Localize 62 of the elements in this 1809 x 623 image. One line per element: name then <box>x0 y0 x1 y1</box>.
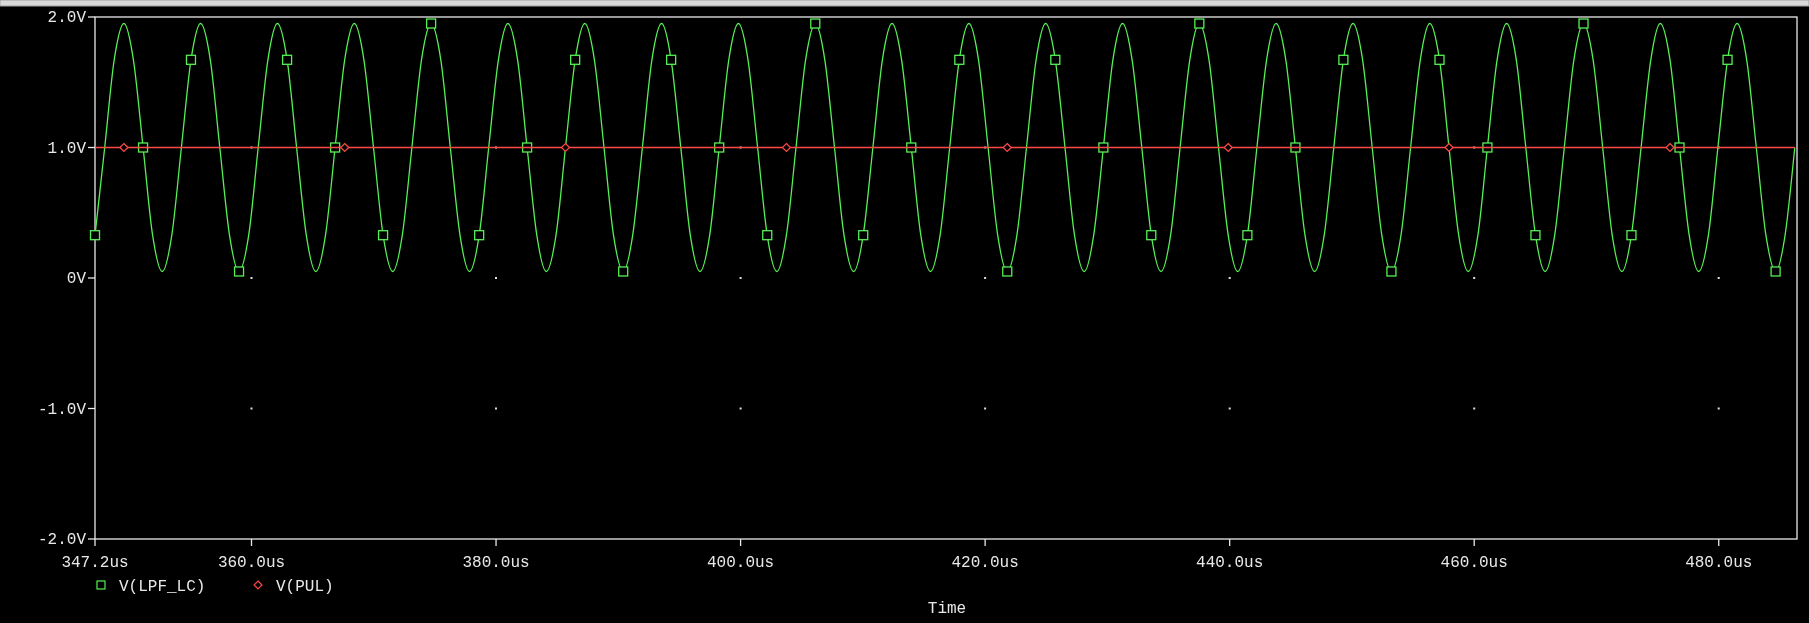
square-marker-icon <box>96 580 106 590</box>
square-marker <box>330 142 341 153</box>
x-tick-label: 480.0us <box>1685 554 1753 572</box>
square-marker <box>1482 142 1493 153</box>
square-marker <box>425 18 437 29</box>
square-marker <box>1530 230 1541 241</box>
diamond-marker <box>1002 142 1013 153</box>
square-marker <box>858 230 869 241</box>
square-marker <box>1290 142 1301 153</box>
diamond-marker-icon <box>253 580 263 590</box>
x-tick-label: 440.0us <box>1196 554 1264 572</box>
diamond-marker <box>1665 142 1675 153</box>
square-marker <box>1242 230 1253 241</box>
square-marker <box>281 54 293 65</box>
square-marker <box>1386 266 1397 277</box>
legend-label: V(PUL) <box>276 578 334 596</box>
square-marker <box>1146 230 1157 241</box>
square-marker <box>570 54 581 65</box>
square-marker <box>185 54 197 65</box>
square-marker <box>1098 142 1109 153</box>
y-tick-label: -1.0V <box>38 400 86 419</box>
y-tick-label: -2.0V <box>38 531 86 549</box>
diamond-marker <box>1444 142 1454 153</box>
x-tick-label: 400.0us <box>707 554 775 572</box>
y-tick-label: 2.0V <box>47 9 86 27</box>
square-marker <box>137 142 149 153</box>
square-marker <box>1578 18 1589 29</box>
square-marker <box>810 18 821 29</box>
square-marker <box>521 142 533 153</box>
square-marker <box>666 54 677 65</box>
diamond-marker <box>119 142 129 153</box>
legend-label: V(LPF_LC) <box>119 578 206 596</box>
y-tick-label: 1.0V <box>47 139 86 158</box>
x-axis-label: Time <box>927 600 967 618</box>
diamond-marker <box>560 142 571 153</box>
square-marker <box>618 266 629 277</box>
y-tick-label: 0V <box>66 270 86 288</box>
square-marker <box>1434 54 1445 65</box>
square-marker <box>906 142 917 153</box>
square-marker <box>1674 142 1685 153</box>
x-tick-label: 420.0us <box>951 554 1019 572</box>
x-tick-label: 460.0us <box>1440 554 1508 572</box>
x-tick-label: 347.2us <box>61 554 129 572</box>
square-marker <box>1722 54 1733 65</box>
square-marker <box>474 230 485 241</box>
square-marker <box>1626 230 1637 241</box>
square-marker <box>1770 266 1781 277</box>
square-marker <box>1002 266 1013 277</box>
diamond-marker <box>1223 142 1234 153</box>
square-marker <box>1194 18 1205 29</box>
square-marker <box>377 230 389 241</box>
square-marker <box>954 54 965 65</box>
square-marker <box>1050 54 1061 65</box>
diamond-marker <box>781 142 792 153</box>
x-tick-label: 360.0us <box>217 554 286 572</box>
square-marker <box>1338 54 1349 65</box>
square-marker <box>762 230 773 241</box>
square-marker <box>233 266 245 277</box>
diamond-marker <box>339 142 350 153</box>
square-marker <box>714 142 725 153</box>
x-tick-label: 380.0us <box>462 554 530 572</box>
square-marker <box>89 230 101 241</box>
